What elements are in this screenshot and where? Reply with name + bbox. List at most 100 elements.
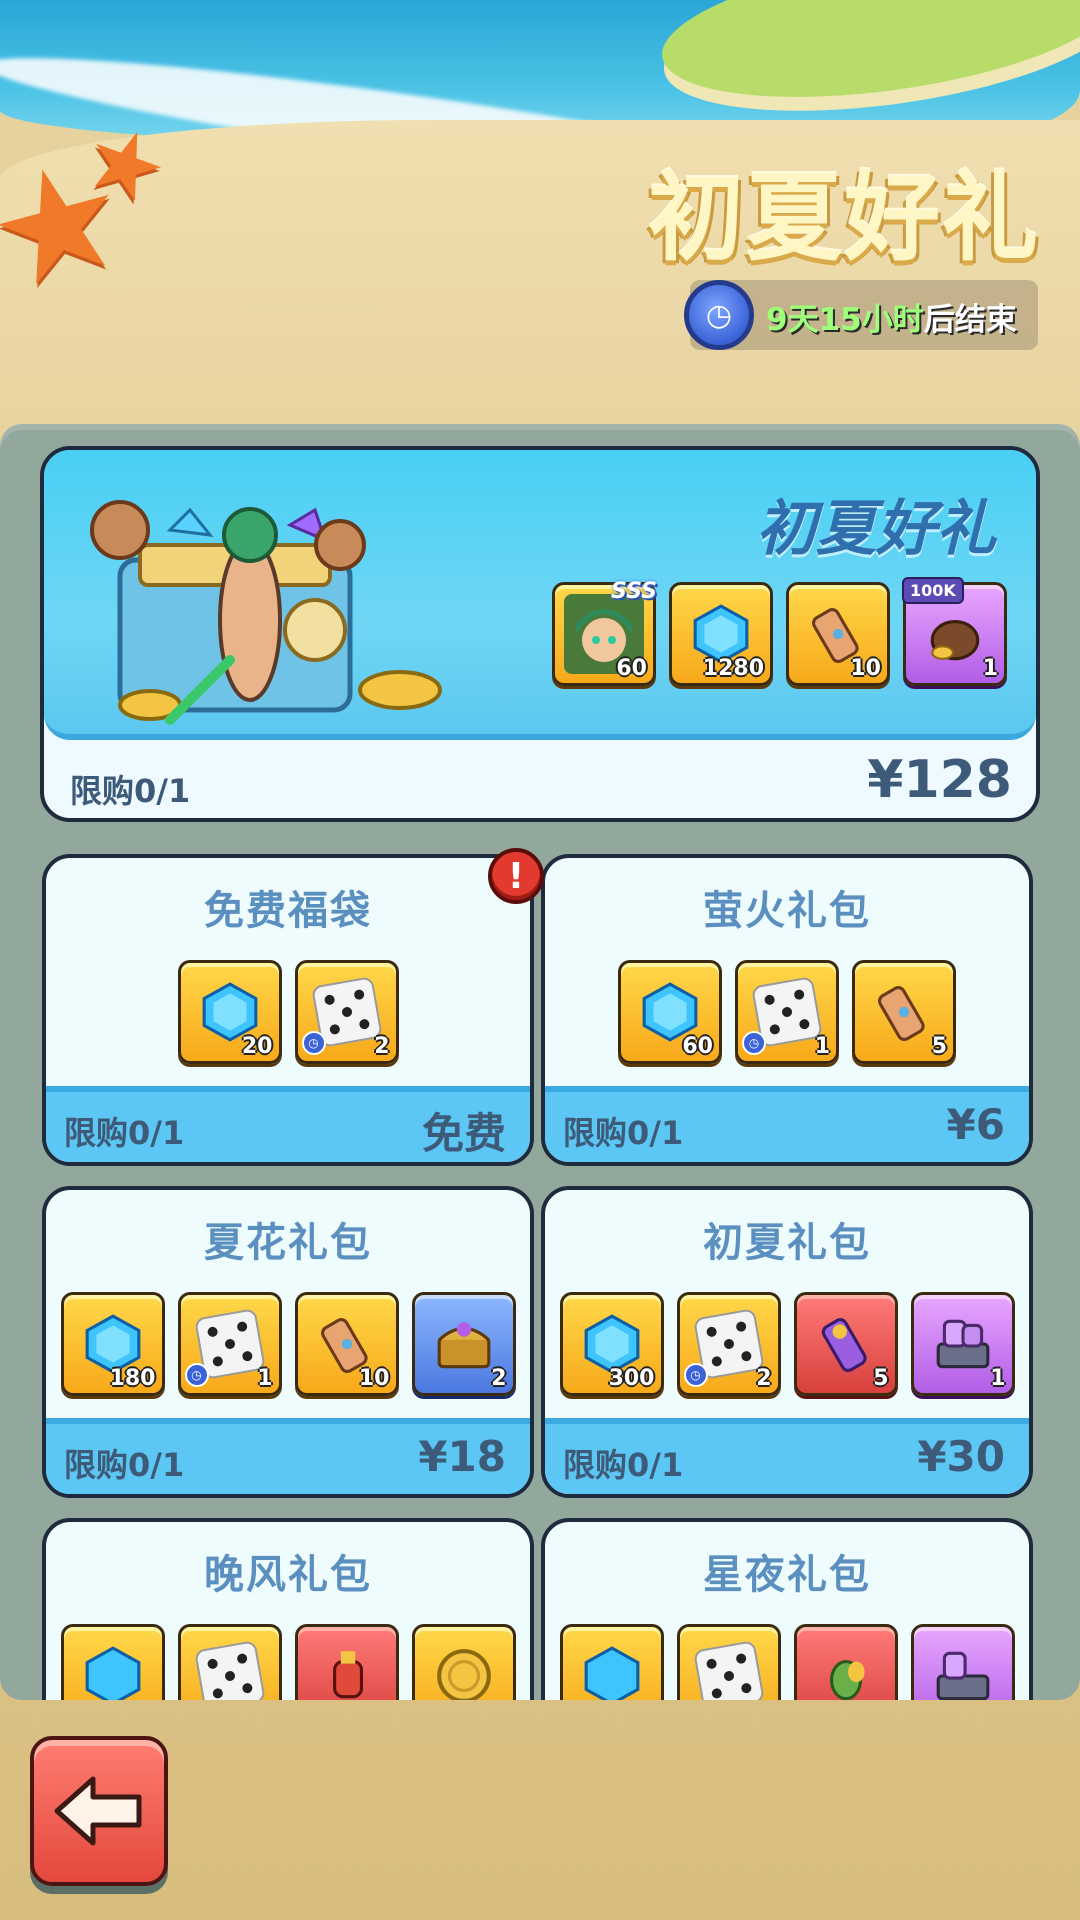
pack-card[interactable]: 免费福袋 20 ◷ 2 限购0/1 免费 (42, 854, 534, 1166)
reward-tile[interactable]: 180 (60, 1292, 165, 1396)
reward-qty: 10 (358, 1366, 390, 1391)
pack-card[interactable]: 萤火礼包 60 ◷ 1 5 限购0/1 ¥6 (541, 854, 1033, 1166)
reward-tile[interactable] (910, 1624, 1015, 1700)
featured-pack[interactable]: 初夏好礼 SSS 60 1280 10 100K 1 限购0/1 ¥128 (40, 446, 1040, 822)
reward-qty: 300 (608, 1366, 655, 1391)
timed-clock-icon: ◷ (742, 1031, 766, 1055)
timed-clock-icon: ◷ (301, 1031, 326, 1055)
reward-tile[interactable]: 5 (852, 960, 956, 1064)
pack-title: 免费福袋 (204, 888, 372, 934)
price-button[interactable]: ¥128 (867, 750, 1012, 810)
pack-footer: 限购0/1 ¥6 (545, 1086, 1029, 1162)
dice-icon (193, 1640, 266, 1700)
reward-tile[interactable]: 300 (559, 1292, 664, 1396)
featured-banner: 初夏好礼 SSS 60 1280 10 100K 1 (44, 450, 1036, 740)
arrow-left-icon (54, 1776, 142, 1846)
pack-footer: 限购0/1 ¥30 (545, 1418, 1029, 1494)
reward-tile[interactable]: 5 (793, 1292, 898, 1396)
reward-tile[interactable] (559, 1624, 664, 1700)
mask-chest-icon (936, 1319, 989, 1369)
pack-items (46, 1624, 530, 1700)
reward-tile[interactable]: ◷ 2 (676, 1292, 781, 1396)
reward-tile[interactable] (793, 1624, 898, 1700)
pack-card[interactable]: 初夏礼包 300 ◷ 2 5 1 限购0/1 ¥30 (541, 1186, 1033, 1498)
pack-items: 180 ◷ 1 10 2 (46, 1292, 530, 1396)
rarity-badge: SSS (611, 579, 657, 604)
reward-qty: 1 (814, 1034, 830, 1059)
pack-card[interactable]: 夏花礼包 180 ◷ 1 10 2 限购0/1 ¥18 (42, 1186, 534, 1498)
amount-badge: 100K (902, 577, 964, 604)
price-button[interactable]: ¥30 (917, 1432, 1005, 1481)
pack-title: 萤火礼包 (703, 888, 871, 934)
timed-clock-icon: ◷ (184, 1363, 209, 1387)
pack-items: 60 ◷ 1 5 (545, 960, 1029, 1064)
reward-qty: 60 (682, 1034, 713, 1059)
purple-scroll-icon (821, 1318, 867, 1372)
shop-panel[interactable]: 初夏好礼 SSS 60 1280 10 100K 1 限购0/1 ¥128 免费… (0, 424, 1080, 1700)
dice-icon (692, 1640, 765, 1700)
price-button[interactable]: 免费 (422, 1100, 506, 1161)
reward-qty: 1 (982, 656, 998, 681)
reward-tile[interactable] (177, 1624, 282, 1700)
reward-tile[interactable]: ◷ 1 (177, 1292, 282, 1396)
reward-tile[interactable]: 60 (618, 960, 722, 1064)
purchase-limit: 限购0/1 (70, 772, 191, 810)
reward-qty: 1 (257, 1366, 273, 1391)
reward-qty: 60 (616, 656, 647, 681)
reward-qty: 2 (374, 1034, 390, 1059)
reward-tile[interactable]: 20 (177, 960, 282, 1064)
timer-remaining: 9天15小时 (766, 302, 924, 338)
reward-qty: 2 (756, 1366, 772, 1391)
treasure-chest-icon (437, 1322, 490, 1369)
reward-tile[interactable] (411, 1624, 516, 1700)
reward-qty: 2 (491, 1366, 507, 1391)
seed-icon (829, 1659, 865, 1700)
purchase-limit: 限购0/1 (64, 1114, 185, 1152)
reward-tile[interactable]: 100K 1 (902, 577, 1007, 686)
pack-card[interactable]: 晚风礼包 (42, 1518, 534, 1700)
gold-coin-icon (436, 1649, 491, 1700)
pack-title: 夏花礼包 (204, 1220, 372, 1266)
reward-tile[interactable]: 2 (411, 1292, 516, 1396)
pack-footer: 限购0/1 免费 (46, 1086, 530, 1162)
featured-title: 初夏好礼 (756, 494, 996, 564)
reward-tile[interactable]: SSS 60 (552, 579, 657, 686)
reward-tile[interactable]: ◷ 2 (294, 960, 399, 1064)
reward-tile[interactable] (294, 1624, 399, 1700)
featured-items: SSS 60 1280 10 100K 1 (552, 577, 1007, 686)
scroll-icon (878, 986, 925, 1042)
featured-footer: 限购0/1 ¥128 (44, 746, 1036, 818)
price-button[interactable]: ¥18 (418, 1432, 506, 1481)
back-button[interactable] (30, 1736, 168, 1886)
reward-tile[interactable]: 10 (786, 582, 890, 686)
potion-icon (332, 1651, 363, 1699)
timer-suffix: 后结束 (923, 302, 1017, 338)
pack-card[interactable]: 星夜礼包 (541, 1518, 1033, 1700)
mask-chest-icon (936, 1651, 989, 1700)
reward-qty: 10 (850, 656, 881, 681)
reward-qty: 180 (109, 1366, 156, 1391)
reward-qty: 1280 (702, 656, 764, 681)
purchase-limit: 限购0/1 (563, 1114, 684, 1152)
pack-items: 20 ◷ 2 (46, 960, 530, 1064)
reward-tile[interactable]: 1280 (669, 582, 773, 686)
price-button[interactable]: ¥6 (947, 1100, 1005, 1149)
timer-text: 9天15小时后结束 (766, 294, 1017, 339)
coin-bag-icon (930, 620, 980, 661)
reward-tile[interactable]: 1 (910, 1292, 1015, 1396)
reward-tile[interactable] (676, 1624, 781, 1700)
reward-tile[interactable]: 10 (294, 1292, 399, 1396)
event-timer: ◷ 9天15小时后结束 (684, 280, 1038, 350)
reward-tile[interactable]: ◷ 1 (735, 960, 839, 1064)
event-title: 初夏好礼 (648, 162, 1040, 274)
reward-tile[interactable] (60, 1624, 165, 1700)
pack-items: 300 ◷ 2 5 1 (545, 1292, 1029, 1396)
timed-clock-icon: ◷ (683, 1363, 708, 1387)
reward-qty: 20 (241, 1034, 273, 1059)
reward-qty: 1 (990, 1366, 1006, 1391)
pack-footer: 限购0/1 ¥18 (46, 1418, 530, 1494)
pack-title: 初夏礼包 (703, 1220, 871, 1266)
hero-bundle-art (90, 500, 442, 725)
purchase-limit: 限购0/1 (64, 1446, 185, 1484)
reward-qty: 5 (873, 1366, 889, 1391)
